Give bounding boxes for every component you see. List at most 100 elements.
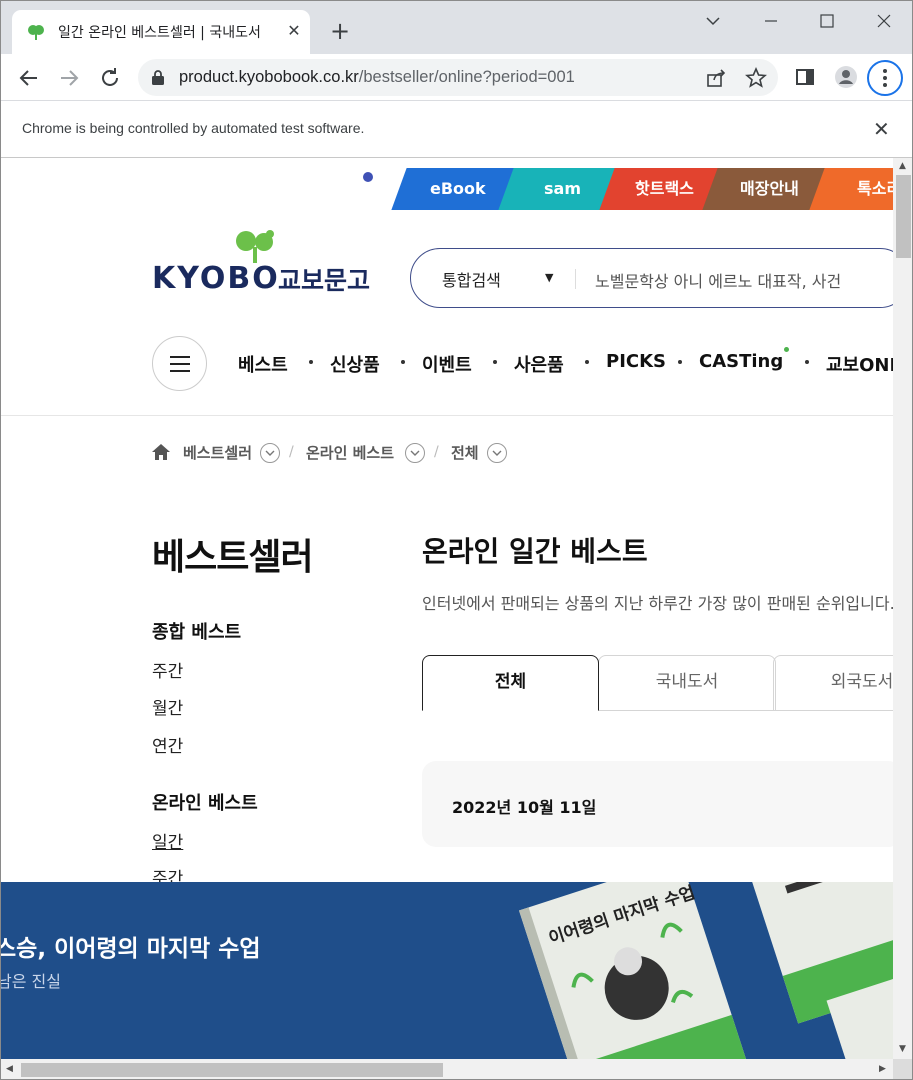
gnb-casting[interactable]: CASTing [699, 351, 783, 372]
gnb-separator [678, 360, 682, 364]
gnb-kyobo-only[interactable]: 교보ONLY [826, 351, 893, 377]
infobar-close-icon[interactable]: ✕ [873, 117, 890, 141]
url-path: /bestseller/online?period=001 [358, 68, 575, 86]
chrome-menu-button[interactable] [867, 60, 903, 96]
tab-close-icon[interactable]: ✕ [284, 21, 304, 41]
book-covers-image: 이어령의 마지막 수업 [519, 882, 893, 1059]
service-tab-label: sam [543, 179, 581, 198]
maximize-icon[interactable] [812, 9, 842, 33]
date-text: 2022년 10월 11일 [452, 798, 597, 817]
sidebar-link-monthly[interactable]: 월간 [152, 694, 183, 719]
horizontal-scroll-thumb[interactable] [21, 1063, 443, 1077]
search-input[interactable]: 노벨문학상 아니 에르노 대표작, 사건 [595, 268, 841, 292]
sidebar-link-daily[interactable]: 일간 [152, 828, 183, 853]
kyobo-favicon-icon [28, 25, 44, 40]
more-vert-icon [883, 69, 887, 87]
url-text[interactable]: product.kyobobook.co.kr/bestseller/onlin… [179, 68, 575, 87]
promo-subtitle: 남은 진실 [1, 972, 61, 991]
gnb-new[interactable]: 신상품 [330, 351, 380, 377]
page-title: 온라인 일간 베스트 [422, 535, 648, 568]
breadcrumb-separator: / [434, 444, 439, 460]
sidebar-group-online: 온라인 베스트 [152, 793, 258, 814]
infobar-text: Chrome is being controlled by automated … [22, 120, 365, 136]
service-tab-label: eBook [430, 179, 486, 198]
hamburger-icon [170, 356, 190, 358]
page-content: eBook sam 핫트랙스 매장안내 톡소리 KYOBO 교보문고 통합검색 … [1, 158, 893, 1059]
back-icon[interactable] [15, 64, 43, 92]
service-tab-label: 매장안내 [739, 179, 799, 198]
scroll-up-icon[interactable]: ▲ [899, 161, 906, 171]
caret-down-icon[interactable]: ▼ [545, 271, 553, 284]
share-icon[interactable] [704, 66, 728, 90]
hamburger-icon-line [170, 370, 190, 372]
lock-icon[interactable] [152, 70, 164, 85]
profile-avatar-icon[interactable] [834, 65, 858, 89]
logo-kr[interactable]: 교보문고 [278, 261, 370, 297]
gnb-event[interactable]: 이벤트 [422, 351, 472, 377]
banner-indicator-dot [363, 172, 373, 182]
sidebar-title: 베스트셀러 [152, 537, 314, 578]
gnb-separator [309, 360, 313, 364]
url-host: product.kyobobook.co.kr [179, 68, 359, 86]
gnb-separator [805, 360, 809, 364]
tab-all[interactable]: 전체 [422, 655, 599, 711]
service-tab-toksori[interactable]: 톡소리 [809, 168, 893, 210]
automation-infobar: Chrome is being controlled by automated … [1, 101, 912, 158]
search-category-select[interactable]: 통합검색 [442, 267, 501, 291]
breadcrumb-online-best[interactable]: 온라인 베스트 [306, 442, 394, 463]
new-tab-icon[interactable]: + [328, 19, 352, 44]
header-divider [1, 415, 893, 416]
home-icon[interactable] [152, 444, 170, 460]
service-tab-label: 톡소리 [857, 179, 893, 198]
gnb-separator [401, 360, 405, 364]
search-divider [575, 269, 576, 289]
chevron-down-icon[interactable] [405, 443, 425, 463]
gnb-separator [585, 360, 589, 364]
tab-search-icon[interactable] [698, 9, 728, 33]
sidebar-group-overall: 종합 베스트 [152, 622, 242, 643]
reload-icon[interactable] [96, 64, 124, 92]
vertical-scrollbar[interactable]: ▲ ▼ [893, 158, 912, 1059]
promo-banner[interactable]: 스승, 이어령의 마지막 수업 남은 진실 이어령의 마지막 수업 [1, 882, 893, 1059]
service-tab-label: 핫트랙스 [634, 179, 694, 198]
close-window-icon[interactable] [869, 9, 899, 33]
gnb-gift[interactable]: 사은품 [514, 351, 564, 377]
horizontal-scrollbar[interactable]: ◀ ▶ [1, 1059, 893, 1079]
chevron-down-icon[interactable] [487, 443, 507, 463]
gnb-separator [493, 360, 497, 364]
tab-domestic[interactable]: 국내도서 [598, 655, 776, 711]
tab-title: 일간 온라인 베스트셀러 | 국내도서 [58, 25, 261, 41]
bookmark-star-icon[interactable] [744, 66, 768, 90]
scroll-down-icon[interactable]: ▼ [899, 1044, 906, 1054]
gnb-picks[interactable]: PICKS [606, 351, 666, 372]
date-box: 2022년 10월 11일 [422, 761, 893, 847]
all-menu-button[interactable] [152, 336, 207, 391]
address-bar[interactable]: product.kyobobook.co.kr/bestseller/onlin… [138, 59, 778, 96]
new-indicator-dot [784, 347, 789, 352]
vertical-scroll-thumb[interactable] [896, 175, 911, 258]
forward-icon[interactable] [55, 64, 83, 92]
sidebar-link-weekly[interactable]: 주간 [152, 657, 183, 682]
sidebar-link-yearly[interactable]: 연간 [152, 732, 183, 757]
search-box[interactable]: 통합검색 ▼ 노벨문학상 아니 에르노 대표작, 사건 [410, 248, 893, 308]
breadcrumb-bestseller[interactable]: 베스트셀러 [183, 442, 252, 463]
tab-foreign[interactable]: 외국도서 [773, 655, 893, 711]
hamburger-icon-line [170, 363, 190, 365]
title-bar: 일간 온라인 베스트셀러 | 국내도서 ✕ + [1, 1, 912, 54]
side-panel-icon[interactable] [793, 65, 817, 89]
category-tabs: 국내도서 외국도서 전체 [422, 655, 893, 711]
scroll-right-icon[interactable]: ▶ [879, 1064, 886, 1074]
chevron-down-icon[interactable] [260, 443, 280, 463]
scrollbar-corner [893, 1059, 912, 1079]
breadcrumb-separator: / [289, 444, 294, 460]
page-description: 인터넷에서 판매되는 상품의 지난 하루간 가장 많이 판매된 순위입니다. [422, 594, 893, 613]
breadcrumb-all[interactable]: 전체 [451, 442, 479, 463]
browser-tab[interactable]: 일간 온라인 베스트셀러 | 국내도서 ✕ [12, 10, 310, 54]
scroll-left-icon[interactable]: ◀ [6, 1064, 13, 1074]
kyobo-bird-logo-icon[interactable] [234, 229, 276, 263]
minimize-icon[interactable] [756, 9, 786, 33]
gnb-best[interactable]: 베스트 [238, 351, 288, 377]
browser-window: 일간 온라인 베스트셀러 | 국내도서 ✕ + product.kyoboboo… [0, 0, 913, 1080]
browser-toolbar: product.kyobobook.co.kr/bestseller/onlin… [1, 54, 912, 101]
logo-text[interactable]: KYOBO [152, 261, 280, 296]
